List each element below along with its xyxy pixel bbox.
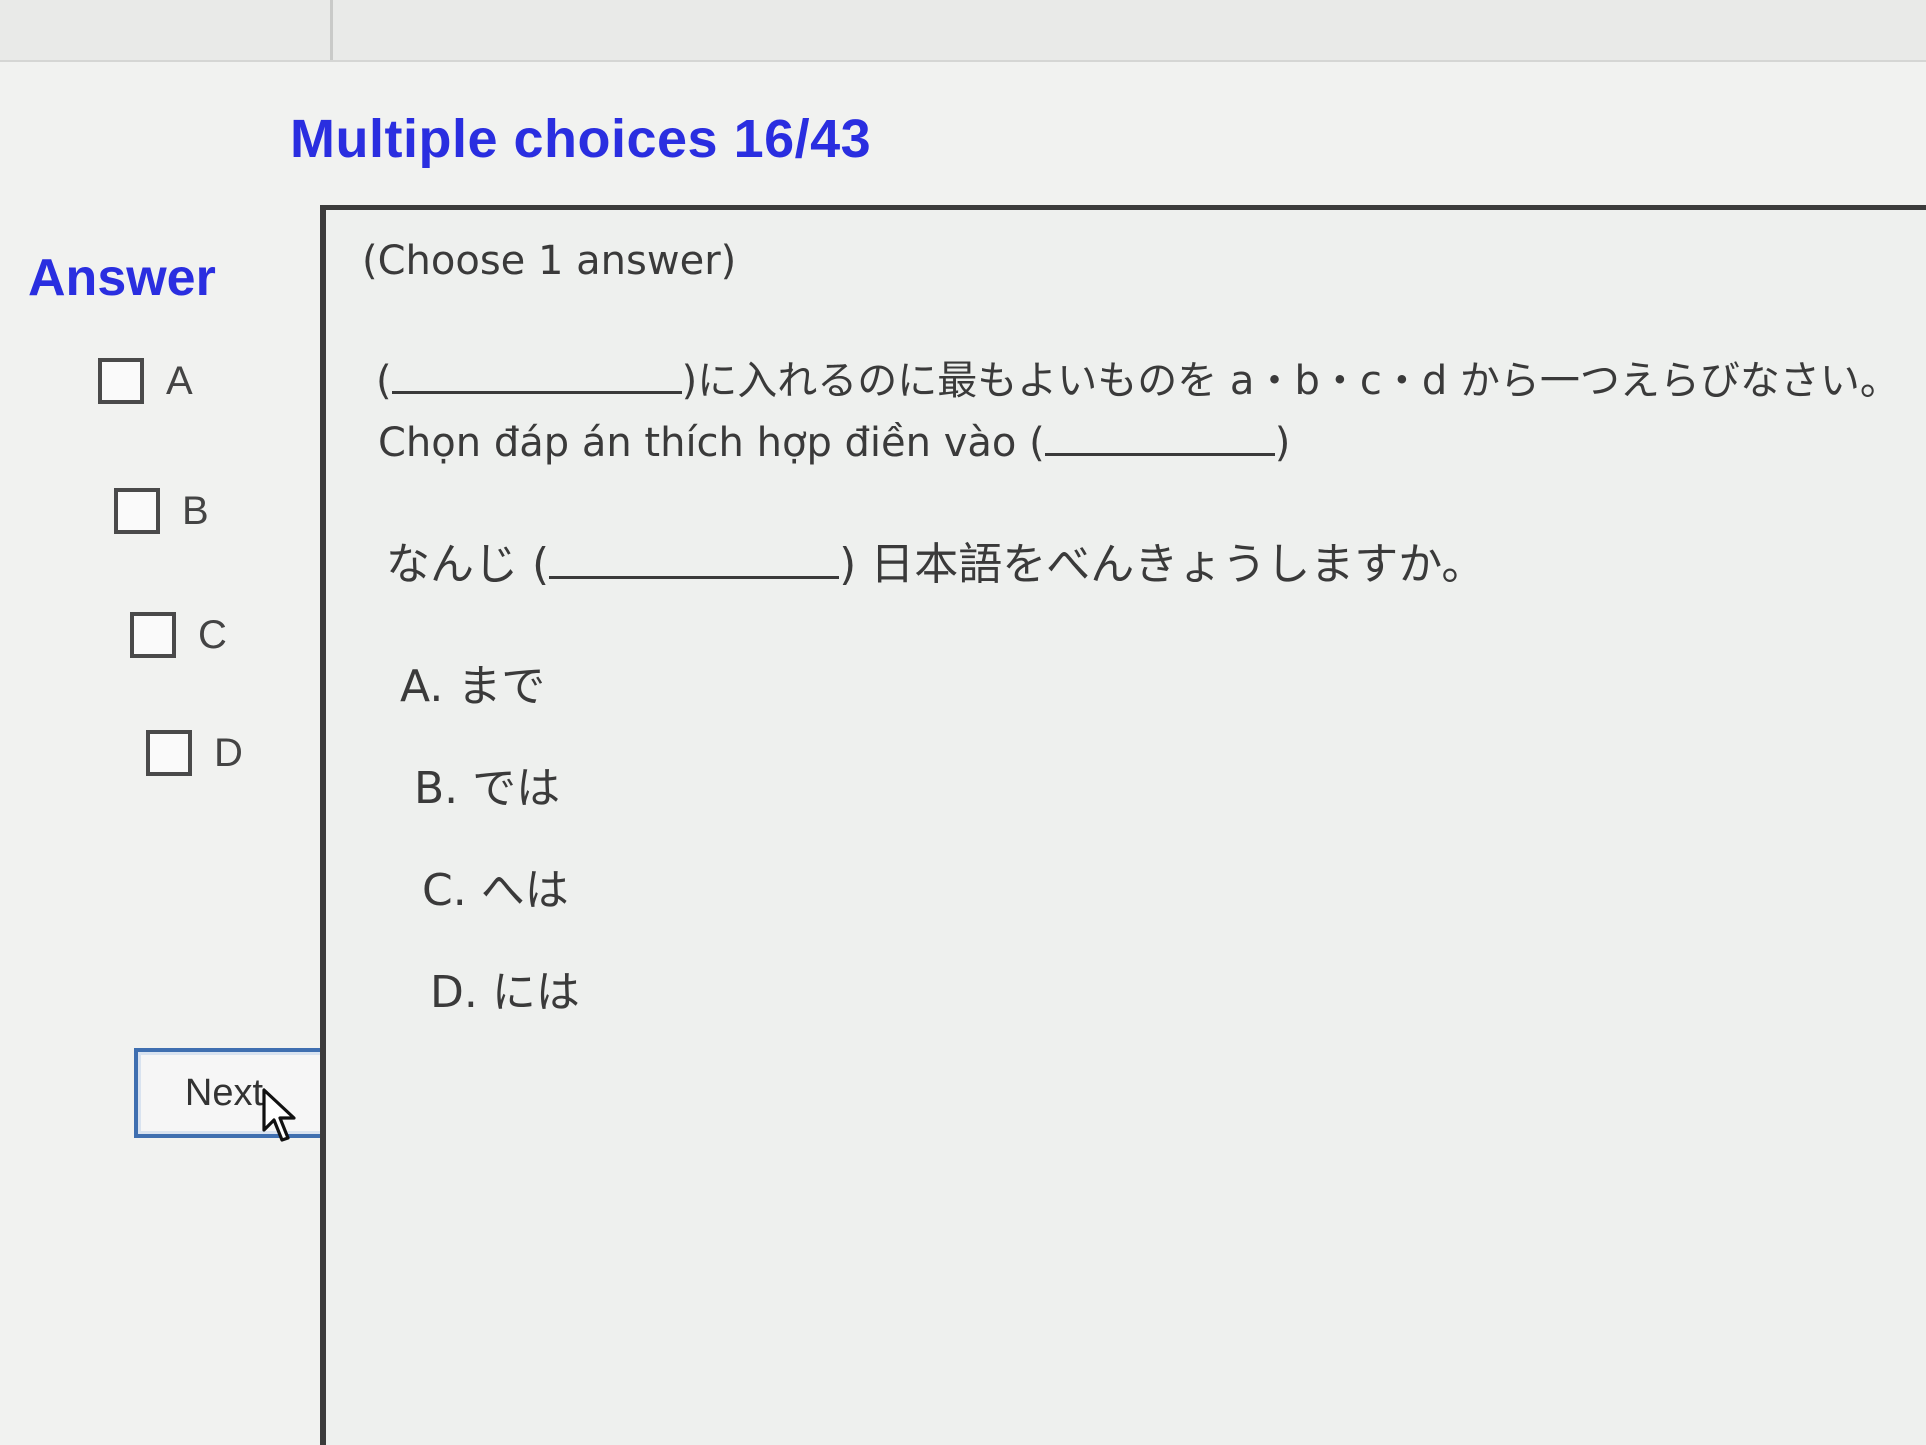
sentence-blank: [549, 576, 840, 579]
choose-instruction: (Choose 1 answer): [362, 238, 737, 284]
checkbox-c[interactable]: [130, 612, 176, 658]
jp-instruction-open: (: [376, 358, 392, 404]
answer-option-d[interactable]: D: [146, 730, 243, 776]
choice-letter-d: D.: [430, 967, 478, 1018]
choice-d: D. には: [430, 956, 580, 1020]
next-button[interactable]: Next: [134, 1048, 344, 1138]
question-sentence: なんじ ( ) 日本語をべんきょうしますか。: [386, 528, 1485, 592]
page-title: Multiple choices 16/43: [290, 109, 872, 169]
question-panel: (Choose 1 answer) ( )に入れるのに最もよいものを a・b・c・…: [320, 205, 1926, 1445]
choice-a: A. まで: [400, 650, 545, 714]
instruction-blank: [391, 391, 682, 394]
option-label-d: D: [214, 730, 243, 775]
checkbox-d[interactable]: [146, 730, 192, 776]
choice-letter-a: A.: [400, 661, 444, 712]
vietnamese-instruction: Chọn đáp án thích hợp điền vào (): [378, 420, 1290, 466]
answer-option-b[interactable]: B: [114, 488, 209, 534]
choice-b: B. では: [414, 752, 560, 816]
next-button-label: Next: [184, 1071, 264, 1114]
choice-c: C. へは: [422, 854, 569, 918]
choice-letter-b: B.: [414, 763, 459, 814]
choice-text-b: では: [472, 763, 561, 814]
mouse-pointer-icon: [262, 1088, 296, 1142]
window-divider: [330, 0, 333, 60]
option-label-a: A: [166, 358, 193, 403]
sentence-suffix: ) 日本語をべんきょうしますか。: [839, 539, 1486, 590]
vn-instruction-prefix: Chọn đáp án thích hợp điền vào (: [378, 420, 1045, 466]
answer-heading: Answer: [28, 249, 216, 307]
option-label-b: B: [182, 488, 209, 533]
choice-letter-c: C.: [422, 865, 467, 916]
choice-text-d: には: [491, 967, 580, 1018]
checkbox-b[interactable]: [114, 488, 160, 534]
japanese-instruction: ( )に入れるのに最もよいものを a・b・c・d から一つえらびなさい。: [376, 348, 1900, 406]
top-window-strip: [0, 0, 1926, 62]
answer-option-c[interactable]: C: [130, 612, 227, 658]
vn-instruction-suffix: ): [1274, 420, 1291, 466]
choice-text-a: まで: [457, 661, 546, 712]
option-label-c: C: [198, 612, 227, 657]
jp-instruction-close: )に入れるのに最もよいものを a・b・c・d から一つえらびなさい。: [681, 358, 1900, 404]
choice-text-c: へは: [480, 865, 569, 916]
sentence-prefix: なんじ (: [386, 539, 550, 590]
answer-sidebar: Answer A B C D Next: [0, 200, 344, 1445]
vn-instruction-blank: [1044, 453, 1275, 456]
checkbox-a[interactable]: [98, 358, 144, 404]
answer-option-a[interactable]: A: [98, 358, 193, 404]
